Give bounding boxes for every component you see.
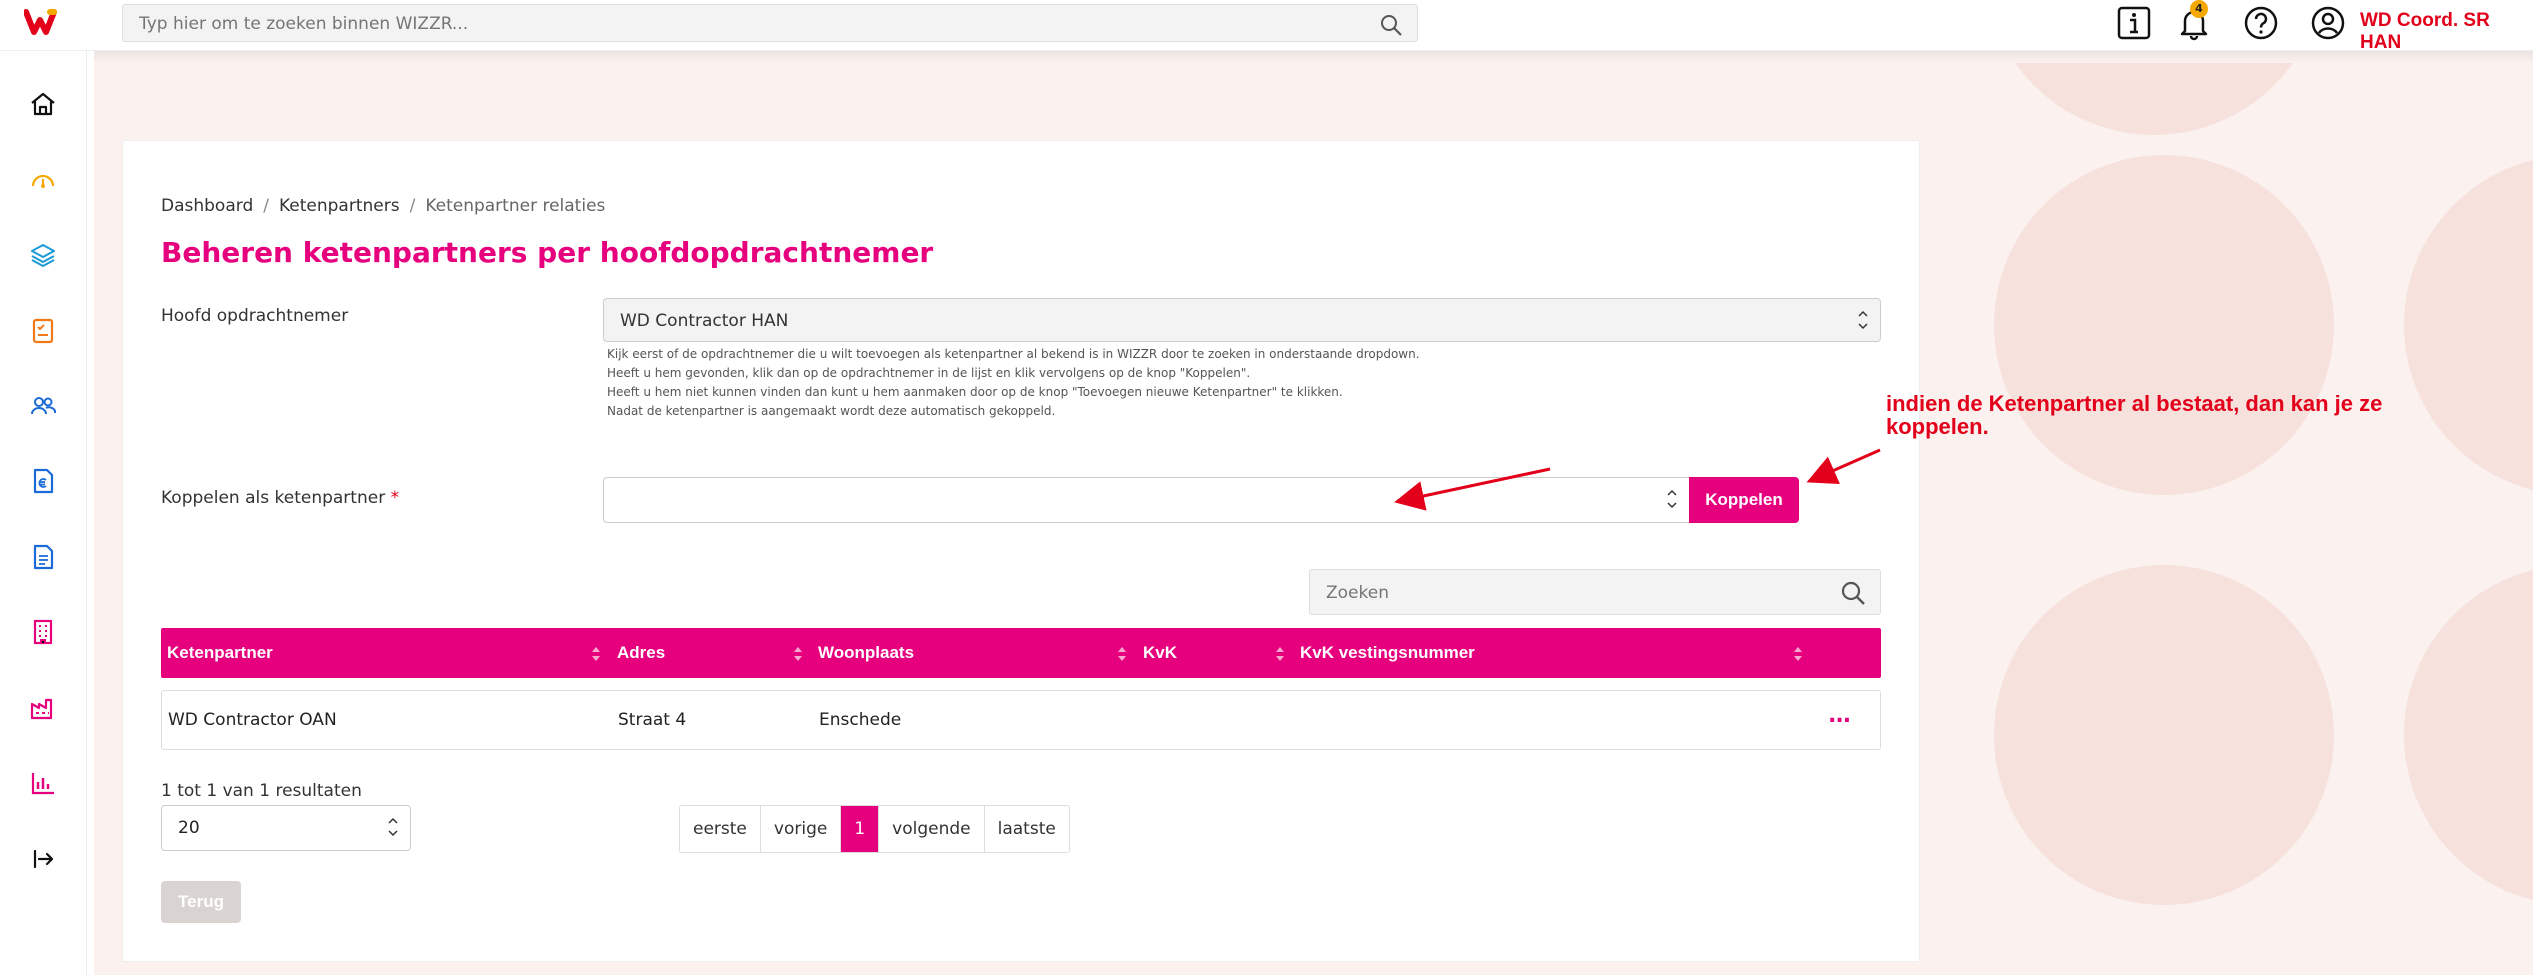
annotation-arrow bbox=[1394, 467, 1551, 511]
annotation-arrow bbox=[1806, 448, 1881, 485]
annotation-arrows bbox=[1394, 448, 1881, 511]
